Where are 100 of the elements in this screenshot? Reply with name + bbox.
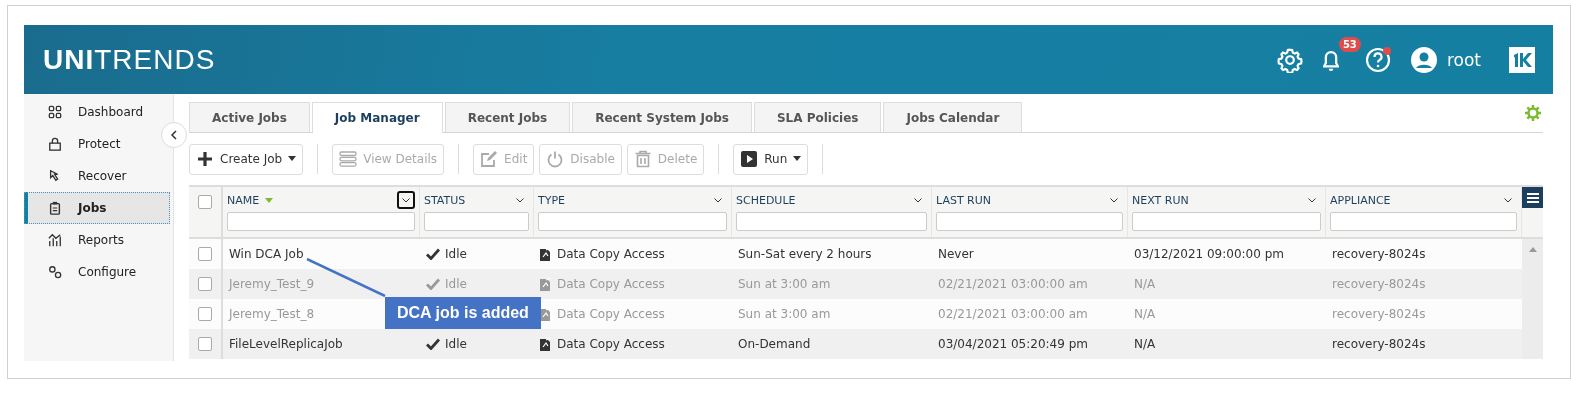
column-filter-field[interactable]: [538, 212, 727, 231]
table-cell: N/A: [1134, 307, 1156, 321]
column-header[interactable]: APPLIANCE: [1330, 193, 1391, 207]
column-header[interactable]: LAST RUN: [936, 193, 992, 207]
tab[interactable]: Recent System Jobs: [572, 102, 752, 132]
table-cell: 02/21/2021 03:00:00 am: [938, 307, 1088, 321]
table-cell: Data Copy Access: [557, 247, 665, 261]
sort-indicator-icon: [265, 197, 274, 203]
checkmark-icon: [426, 278, 440, 290]
column-menu-button[interactable]: [397, 191, 415, 209]
notification-badge: 53: [1338, 37, 1361, 52]
document-icon: [540, 247, 552, 261]
column-header[interactable]: STATUS: [424, 193, 466, 207]
scrollbar[interactable]: [1522, 239, 1543, 359]
trash-icon: [633, 150, 652, 168]
table-cell: 03/12/2021 09:00:00 pm: [1134, 247, 1284, 261]
collapse-sidebar-button[interactable]: [161, 122, 187, 148]
play-icon: [740, 150, 759, 168]
chevron-down-icon: [516, 197, 524, 203]
select-all-checkbox[interactable]: [198, 195, 212, 209]
chevron-down-icon: [714, 197, 722, 203]
clipboard-icon: [48, 201, 62, 215]
caret-icon: [793, 156, 802, 162]
toolbar-button[interactable]: Create Job: [189, 143, 304, 175]
caret-icon: [288, 156, 297, 162]
callout-label: DCA job is added: [385, 297, 541, 329]
table-cell: recovery-8024s: [1332, 337, 1426, 351]
bell-icon[interactable]: [1322, 48, 1339, 71]
power-icon: [546, 150, 565, 168]
logo: UNITRENDS: [43, 43, 216, 76]
table-cell: 03/04/2021 05:20:49 pm: [938, 337, 1088, 351]
sidebar-item[interactable]: Protect: [24, 128, 158, 160]
document-icon: [540, 337, 552, 351]
column-header[interactable]: NEXT RUN: [1132, 193, 1189, 207]
table-cell: Sun at 3:00 am: [738, 307, 831, 321]
sidebar-item[interactable]: Jobs: [24, 192, 170, 224]
table-cell: Idle: [445, 247, 467, 261]
plus-icon: [196, 150, 214, 168]
settings-icon[interactable]: [1276, 46, 1303, 73]
table-cell: Jeremy_Test_8: [229, 307, 315, 321]
toolbar-button[interactable]: Run: [733, 143, 809, 175]
column-filter-field[interactable]: [424, 212, 529, 231]
sidebar-item[interactable]: Reports: [24, 224, 158, 256]
checkmark-icon: [426, 248, 440, 260]
tab[interactable]: Active Jobs: [189, 102, 310, 132]
settings-icon[interactable]: [1525, 105, 1541, 121]
bar-chart-icon: [48, 233, 62, 247]
table-cell: Idle: [445, 337, 467, 351]
table-cell: Sun-Sat every 2 hours: [738, 247, 872, 261]
table-cell: Sun at 3:00 am: [738, 277, 831, 291]
grid-icon: [48, 105, 62, 119]
column-filter-field[interactable]: [736, 212, 927, 231]
table-cell: FileLevelReplicaJob: [229, 337, 343, 351]
table-cell: Data Copy Access: [557, 337, 665, 351]
table-cell: recovery-8024s: [1332, 247, 1426, 261]
column-filter-field[interactable]: [227, 212, 415, 231]
table-cell: Jeremy_Test_9: [229, 277, 315, 291]
gears-icon: [48, 265, 62, 279]
chevron-left-icon: [169, 130, 179, 140]
sidebar-item[interactable]: Dashboard: [24, 96, 158, 128]
table-cell: N/A: [1134, 277, 1156, 291]
chevron-down-icon: [1308, 197, 1316, 203]
list-icon: [339, 150, 358, 168]
column-filter-field[interactable]: [1330, 212, 1517, 231]
chevron-down-icon: [1110, 197, 1118, 203]
column-filter-field[interactable]: [1132, 212, 1321, 231]
table-cell: N/A: [1134, 337, 1156, 351]
row-checkbox[interactable]: [198, 337, 212, 351]
sidebar-item[interactable]: Recover: [24, 160, 158, 192]
lock-icon: [48, 137, 62, 151]
table-cell: Never: [938, 247, 974, 261]
user-avatar-icon[interactable]: [1410, 46, 1437, 73]
column-header[interactable]: SCHEDULE: [736, 193, 796, 207]
chevron-down-icon: [1504, 197, 1512, 203]
tab[interactable]: SLA Policies: [753, 102, 882, 132]
k-logo-icon[interactable]: [1509, 46, 1535, 73]
column-filter-field[interactable]: [936, 212, 1123, 231]
table-cell: 02/21/2021 03:00:00 am: [938, 277, 1088, 291]
tab[interactable]: Job Manager: [311, 102, 443, 133]
help-icon[interactable]: [1364, 46, 1391, 73]
column-header[interactable]: NAME: [227, 193, 260, 207]
tab[interactable]: Recent Jobs: [444, 102, 571, 132]
table-cell: Data Copy Access: [557, 307, 665, 321]
table-cell: recovery-8024s: [1332, 277, 1426, 291]
checkmark-icon: [426, 338, 440, 350]
chevron-down-icon: [914, 197, 922, 203]
table-cell: recovery-8024s: [1332, 307, 1426, 321]
menu-icon: [1526, 192, 1539, 203]
scroll-up-icon[interactable]: [1528, 247, 1537, 252]
sidebar-item[interactable]: Configure: [24, 256, 158, 288]
table-cell: On-Demand: [738, 337, 811, 351]
menu-button[interactable]: [1522, 187, 1543, 208]
tab[interactable]: Jobs Calendar: [883, 102, 1023, 132]
chevron-down-icon: [402, 197, 410, 203]
column-header[interactable]: TYPE: [538, 193, 566, 207]
user-name[interactable]: root: [1446, 49, 1481, 70]
row-checkbox[interactable]: [198, 247, 212, 261]
table-cell: Data Copy Access: [557, 277, 665, 291]
table-cell: Idle: [445, 277, 467, 291]
document-icon: [540, 277, 552, 291]
